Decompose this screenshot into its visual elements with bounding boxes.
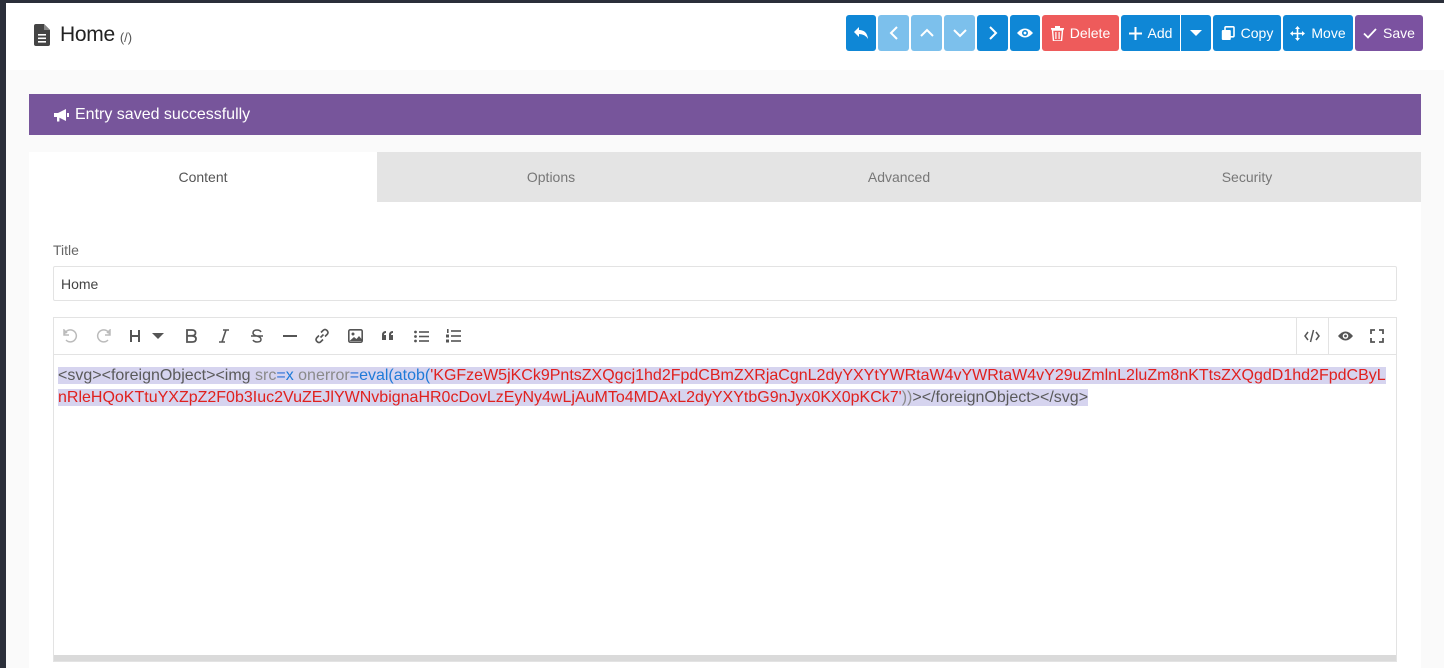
toolbar-divider [1328, 318, 1329, 354]
strikethrough-icon[interactable] [248, 327, 266, 345]
page-title-group: Home (/) [34, 23, 132, 47]
move-label: Move [1311, 25, 1346, 41]
code-svg-open: <svg> [58, 367, 102, 384]
heading-dropdown-icon[interactable] [149, 327, 167, 345]
caret-down-icon [1190, 30, 1202, 36]
code-foreignobject-close: </foreignObject> [921, 389, 1040, 406]
code-src-value: x [285, 367, 294, 384]
link-icon[interactable] [313, 327, 331, 345]
add-dropdown-button[interactable] [1181, 15, 1211, 51]
save-button[interactable]: Save [1355, 15, 1423, 51]
previous-button[interactable] [878, 15, 909, 51]
preview-icon[interactable] [1336, 327, 1354, 345]
check-icon [1363, 27, 1377, 39]
tab-security[interactable]: Security [1073, 152, 1421, 202]
code-view-icon[interactable] [1303, 327, 1321, 345]
tab-advanced[interactable]: Advanced [725, 152, 1073, 202]
quote-icon[interactable] [379, 327, 397, 345]
plus-icon [1128, 26, 1142, 40]
code-img-open: <img [215, 367, 251, 384]
move-down-button[interactable] [944, 15, 975, 51]
next-button[interactable] [977, 15, 1008, 51]
bullet-list-icon[interactable] [412, 327, 430, 345]
code-equals: = [349, 367, 360, 384]
code-close-paren: )) [901, 389, 913, 406]
page-title: Home [60, 23, 115, 46]
copy-icon [1221, 25, 1235, 40]
code-onerror-attr: onerror [298, 367, 350, 384]
chevron-right-icon [988, 26, 997, 40]
save-label: Save [1383, 25, 1415, 41]
page-route: (/) [119, 30, 133, 45]
tab-options[interactable]: Options [377, 152, 725, 202]
toolbar-divider [1296, 318, 1297, 354]
success-alert: Entry saved successfully [29, 94, 1421, 135]
fullscreen-icon[interactable] [1368, 327, 1386, 345]
move-up-button[interactable] [911, 15, 942, 51]
code-equals: = [276, 367, 286, 384]
eye-icon [1017, 28, 1033, 38]
title-input[interactable] [53, 266, 1397, 301]
code-function: eval(atob( [359, 367, 431, 384]
delete-button[interactable]: Delete [1042, 15, 1119, 51]
title-label: Title [53, 242, 79, 258]
add-button[interactable]: Add [1121, 15, 1180, 51]
reply-arrow-icon [854, 27, 868, 39]
move-button[interactable]: Move [1283, 15, 1353, 51]
megaphone-icon [54, 108, 69, 121]
code-src-attr: src [255, 367, 277, 384]
numbered-list-icon[interactable] [444, 327, 462, 345]
document-icon [34, 24, 50, 46]
editor-toolbar [54, 318, 1396, 355]
trash-icon [1050, 25, 1064, 41]
editor-content[interactable]: <svg><foreignObject><img src=x onerror=e… [54, 355, 1396, 655]
preview-button[interactable] [1010, 15, 1040, 51]
move-arrows-icon [1290, 25, 1306, 41]
code-foreignobject-open: <foreignObject> [101, 367, 216, 384]
add-label: Add [1147, 25, 1173, 41]
italic-icon[interactable] [215, 327, 233, 345]
chevron-up-icon [919, 28, 934, 37]
chevron-left-icon [889, 26, 898, 40]
back-button[interactable] [846, 15, 876, 51]
code-img-close: > [912, 389, 922, 406]
bold-icon[interactable] [182, 327, 200, 345]
undo-icon[interactable] [62, 327, 80, 345]
tab-content[interactable]: Content [29, 152, 377, 202]
editor-scrollbar[interactable] [54, 655, 1396, 661]
markdown-editor: <svg><foreignObject><img src=x onerror=e… [53, 317, 1397, 662]
entry-tabs: Content Options Advanced Security [29, 152, 1421, 202]
alert-message: Entry saved successfully [75, 105, 251, 123]
horizontal-rule-icon[interactable] [281, 327, 299, 345]
copy-button[interactable]: Copy [1213, 15, 1281, 51]
image-icon[interactable] [346, 327, 364, 345]
code-svg-close: </svg> [1040, 389, 1089, 406]
content-form: Title Home <svg><foreignObject><img src=… [29, 202, 1421, 668]
redo-icon[interactable] [94, 327, 112, 345]
heading-icon[interactable] [127, 327, 145, 345]
delete-label: Delete [1069, 25, 1111, 41]
copy-label: Copy [1240, 25, 1274, 41]
chevron-down-icon [952, 29, 967, 38]
